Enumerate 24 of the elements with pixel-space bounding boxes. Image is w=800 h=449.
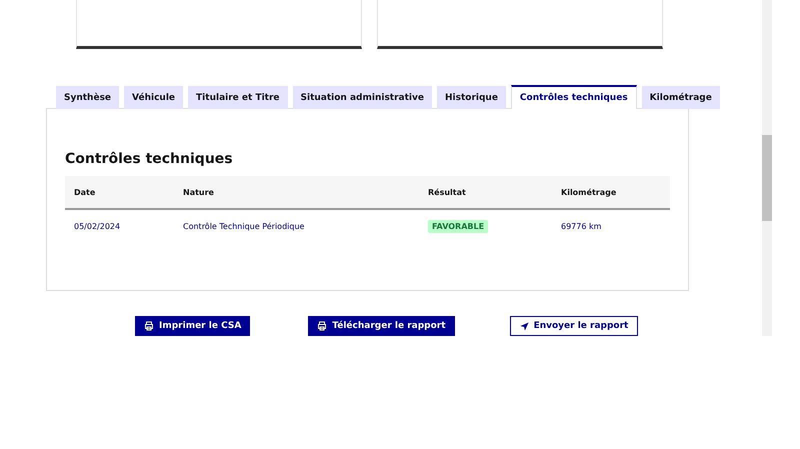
column-header: Nature xyxy=(174,176,419,209)
action-button[interactable]: Imprimer le CSA xyxy=(135,316,250,336)
tab[interactable]: Titulaire et Titre xyxy=(188,86,288,109)
table-cell: 05/02/2024 xyxy=(65,209,174,242)
column-header: Résultat xyxy=(419,176,552,209)
tab[interactable]: Kilométrage xyxy=(642,86,720,109)
section-title: Contrôles techniques xyxy=(65,151,233,167)
tab[interactable]: Contrôles techniques xyxy=(510,85,637,109)
printer-icon xyxy=(317,321,328,331)
scrollbar-thumb[interactable] xyxy=(762,135,772,221)
tab[interactable]: Historique xyxy=(436,86,506,109)
table-cell: Contrôle Technique Périodique xyxy=(174,209,419,242)
table-cell: 69776 km xyxy=(552,209,670,242)
tab[interactable]: Synthèse xyxy=(56,86,120,109)
column-header: Kilométrage xyxy=(552,176,670,209)
result-badge: FAVORABLE xyxy=(428,220,488,232)
column-header: Date xyxy=(65,176,174,209)
tab[interactable]: Véhicule xyxy=(124,86,184,109)
action-button[interactable]: Envoyer le rapport xyxy=(510,316,638,336)
printer-icon xyxy=(144,321,154,331)
send-icon xyxy=(520,322,529,330)
scrollbar[interactable] xyxy=(762,0,772,336)
action-button[interactable]: Télécharger le rapport xyxy=(308,316,455,336)
tab[interactable]: Situation administrative xyxy=(292,86,432,109)
